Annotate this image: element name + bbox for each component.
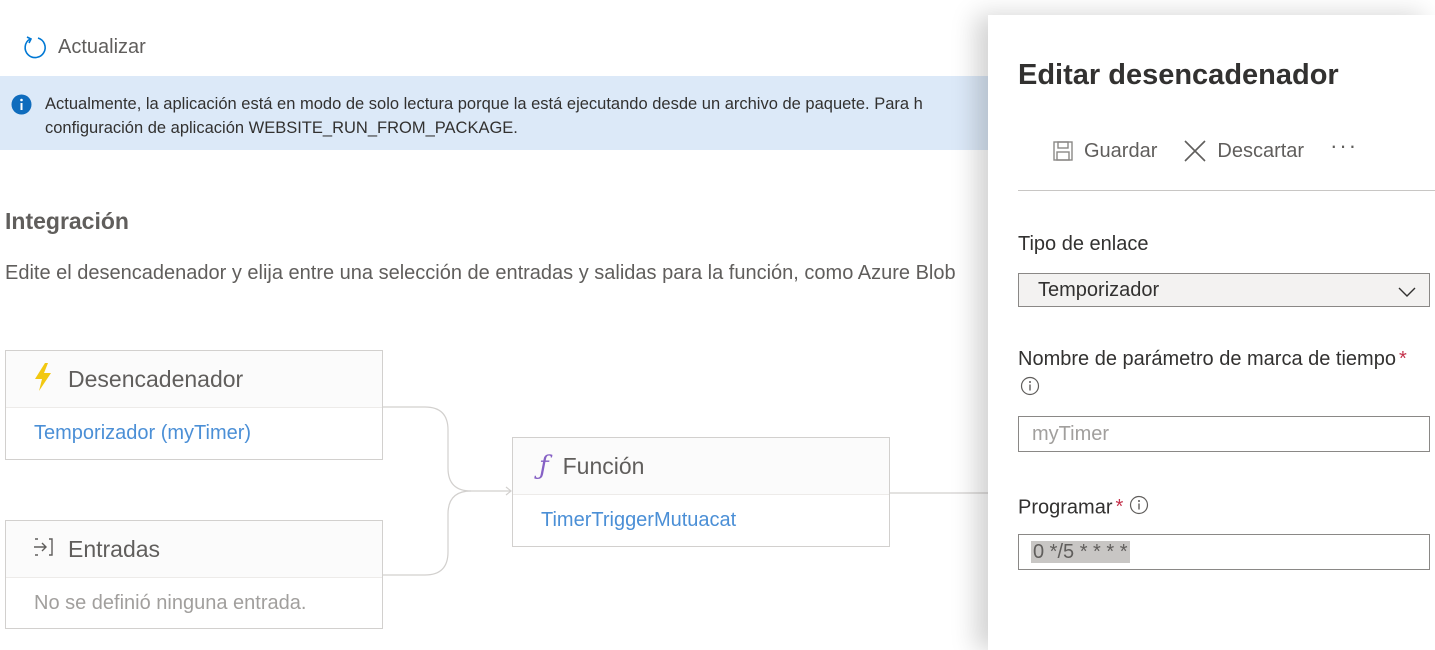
function-card-title: Función [562,452,645,479]
more-options-button[interactable]: ··· [1330,133,1358,159]
function-icon: ƒ [539,451,549,481]
discard-button[interactable]: Descartar [1183,139,1304,163]
schedule-label-text: Programar [1018,496,1113,519]
chevron-down-icon [1397,282,1417,305]
required-mark: * [1115,496,1124,519]
lightning-icon [32,362,54,397]
timestamp-param-label: Nombre de parámetro de marca de tiempo * [1018,348,1407,371]
panel-command-bar: Guardar Descartar ··· [1052,133,1358,163]
inputs-empty-text: No se definió ninguna entrada. [34,592,307,614]
info-circle-icon[interactable] [1020,376,1040,401]
save-button[interactable]: Guardar [1052,140,1157,163]
info-circle-icon[interactable] [1129,495,1149,521]
save-icon [1052,140,1074,162]
schedule-label: Programar * [1018,495,1149,521]
schedule-input[interactable]: 0 */5 * * * * [1018,534,1430,570]
timestamp-param-value: myTimer [1032,423,1110,445]
function-card: ƒ Función TimerTriggerMutuacat [512,437,890,547]
inputs-card-header: Entradas [6,521,382,578]
binding-type-dropdown[interactable]: Temporizador [1018,273,1430,307]
panel-title: Editar desencadenador [1018,59,1339,91]
save-label: Guardar [1084,139,1158,162]
trigger-card-title: Desencadenador [68,365,244,392]
input-arrow-icon [32,536,54,563]
timestamp-param-input[interactable]: myTimer [1018,416,1430,452]
edit-trigger-panel: Editar desencadenador Guardar Descartar … [988,15,1435,650]
binding-type-label: Tipo de enlace [1018,233,1149,255]
schedule-value: 0 */5 * * * * [1031,541,1130,563]
function-link[interactable]: TimerTriggerMutuacat [541,509,736,531]
discard-label: Descartar [1217,139,1305,162]
trigger-card: Desencadenador Temporizador (myTimer) [5,350,383,460]
trigger-link[interactable]: Temporizador (myTimer) [34,422,251,444]
function-card-header: ƒ Función [513,438,889,495]
close-icon [1183,139,1207,163]
inputs-card: Entradas No se definió ninguna entrada. [5,520,383,629]
binding-type-value: Temporizador [1038,279,1160,301]
trigger-card-header: Desencadenador [6,351,382,408]
required-mark: * [1398,348,1407,370]
timestamp-param-label-text: Nombre de parámetro de marca de tiempo [1018,348,1396,370]
inputs-card-title: Entradas [68,535,161,562]
command-divider [1018,190,1435,191]
